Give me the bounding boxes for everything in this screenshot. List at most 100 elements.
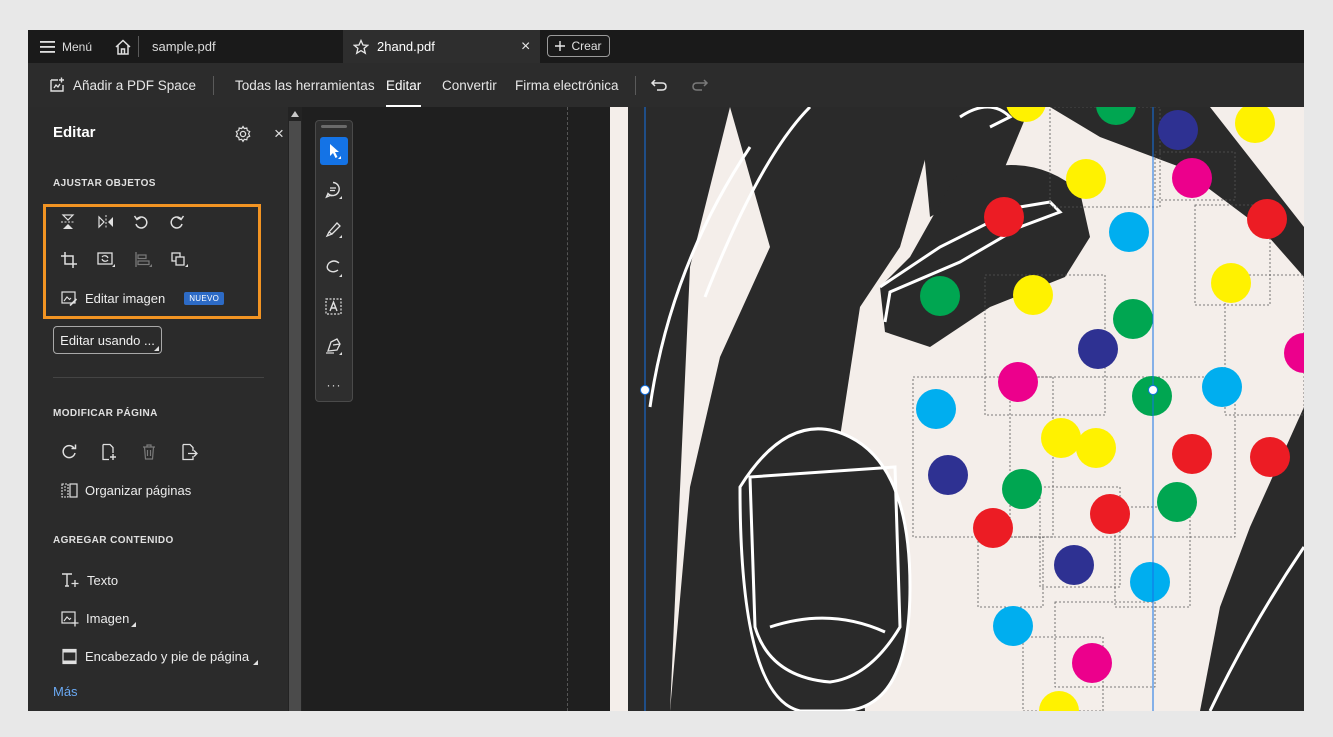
flip-vertical-button[interactable]: [57, 211, 79, 233]
more-dots-icon: ···: [326, 378, 342, 392]
edit-using-button[interactable]: Editar usando ...: [53, 326, 162, 354]
new-tab-label: Crear: [571, 39, 602, 53]
toolbar-divider: [635, 76, 636, 95]
more-tools-button[interactable]: ···: [320, 371, 348, 399]
add-image-button[interactable]: Imagen: [61, 610, 137, 627]
toolbar-grip[interactable]: [321, 125, 347, 128]
sign-tool-button[interactable]: [320, 332, 348, 360]
comment-tool-button[interactable]: [320, 176, 348, 204]
rotate-page-button[interactable]: [58, 441, 80, 463]
organize-pages-icon: [61, 483, 78, 498]
tab-2hand-label: 2hand.pdf: [377, 39, 435, 54]
comment-icon: [325, 181, 342, 199]
new-tab-button[interactable]: Crear: [547, 35, 610, 57]
insert-page-button[interactable]: [98, 441, 120, 463]
home-button[interactable]: [114, 30, 132, 63]
esign-label: Firma electrónica: [515, 77, 619, 93]
tab-2hand-pdf[interactable]: 2hand.pdf ×: [343, 30, 540, 63]
edit-image-icon: [61, 291, 78, 307]
edit-tab[interactable]: Editar: [386, 63, 422, 107]
rotate-right-icon: [170, 215, 185, 229]
image-add-icon: [61, 611, 79, 627]
close-icon: ×: [274, 124, 284, 143]
all-tools-label: Todas las herramientas: [235, 77, 375, 93]
corner-dropdown-icon: [253, 660, 259, 665]
add-image-label: Imagen: [86, 611, 130, 626]
header-footer-button[interactable]: Encabezado y pie de página: [61, 648, 259, 665]
star-icon: [353, 38, 369, 55]
rotate-left-button[interactable]: [130, 211, 152, 233]
draw-tool-button[interactable]: [320, 254, 348, 282]
hamburger-menu-icon: [40, 40, 55, 53]
add-content-heading: AGREGAR CONTENIDO: [53, 535, 174, 546]
toolbar-divider: [213, 76, 214, 95]
organize-pages-button[interactable]: Organizar páginas: [61, 482, 191, 499]
replace-image-icon: [97, 252, 115, 267]
flip-vertical-icon: [61, 214, 75, 229]
select-tool-button[interactable]: [320, 137, 348, 165]
add-text-button[interactable]: Texto: [61, 571, 118, 589]
undo-button[interactable]: [650, 63, 668, 107]
highlighter-icon: [325, 222, 342, 238]
highlight-tool-button[interactable]: [320, 215, 348, 243]
panel-settings-button[interactable]: [232, 123, 254, 145]
rotate-page-icon: [62, 444, 77, 459]
replace-image-button[interactable]: [95, 249, 117, 271]
page-bounds-guide: [567, 107, 568, 711]
corner-dropdown-icon: [131, 622, 137, 627]
selection-handle[interactable]: [1148, 385, 1158, 395]
header-footer-icon: [62, 648, 77, 665]
align-icon: [135, 252, 152, 267]
edit-image-button[interactable]: Editar imagen NUEVO: [61, 290, 225, 307]
adjust-objects-heading: AJUSTAR OBJETOS: [53, 178, 156, 189]
add-to-pdf-space-button[interactable]: Añadir a PDF Space: [48, 63, 196, 107]
all-tools-tab[interactable]: Todas las herramientas: [235, 63, 375, 107]
tab-sample-pdf[interactable]: sample.pdf: [152, 30, 216, 63]
arrange-objects-button[interactable]: [168, 249, 190, 271]
extract-page-button[interactable]: [178, 441, 200, 463]
sign-pen-icon: [326, 338, 342, 355]
esign-tab[interactable]: Firma electrónica: [515, 63, 619, 107]
flip-horizontal-button[interactable]: [95, 211, 117, 233]
add-space-icon: [50, 77, 64, 92]
panel-scrollbar[interactable]: [288, 107, 302, 711]
section-divider: [53, 377, 264, 378]
convert-label: Convertir: [442, 77, 497, 93]
text-box-icon: [325, 298, 342, 315]
menu-label: Menú: [62, 39, 93, 54]
add-text-label: Texto: [87, 572, 119, 588]
header-footer-label: Encabezado y pie de página: [85, 649, 250, 664]
close-icon: ×: [521, 37, 531, 55]
redo-icon: [692, 79, 709, 91]
text-add-icon: [62, 573, 79, 587]
redo-button[interactable]: [691, 63, 709, 107]
edit-panel: Editar × AJUSTAR OBJETOS Editar imagen N…: [28, 107, 288, 711]
text-recognition-tool-button[interactable]: [320, 293, 348, 321]
freehand-draw-icon: [326, 260, 342, 277]
gear-icon: [235, 125, 251, 143]
page-artwork-image[interactable]: [610, 107, 1304, 711]
crop-icon: [61, 252, 77, 268]
panel-close-button[interactable]: ×: [268, 123, 290, 145]
align-objects-button[interactable]: [132, 249, 154, 271]
flip-horizontal-icon: [98, 215, 113, 229]
delete-page-button[interactable]: [138, 441, 160, 463]
pdf-page[interactable]: [610, 107, 1304, 711]
scrollbar-thumb[interactable]: [289, 121, 301, 711]
close-tab-button[interactable]: ×: [521, 30, 530, 63]
quick-tools-bar: ···: [315, 120, 353, 402]
convert-tab[interactable]: Convertir: [442, 63, 497, 107]
edit-image-label: Editar imagen: [85, 291, 166, 306]
more-link[interactable]: Más: [53, 684, 78, 699]
scroll-up-arrow-icon: [291, 111, 299, 117]
tab-bar: Menú sample.pdf 2hand.pdf × Crear: [28, 30, 1304, 63]
panel-title: Editar: [53, 124, 96, 141]
new-badge: NUEVO: [184, 292, 225, 305]
edit-using-label: Editar usando ...: [60, 332, 155, 348]
home-icon: [115, 38, 131, 55]
crop-button[interactable]: [58, 249, 80, 271]
rotate-left-icon: [133, 215, 148, 229]
menu-button[interactable]: Menú: [40, 30, 92, 63]
rotate-right-button[interactable]: [166, 211, 188, 233]
selection-handle[interactable]: [640, 385, 650, 395]
